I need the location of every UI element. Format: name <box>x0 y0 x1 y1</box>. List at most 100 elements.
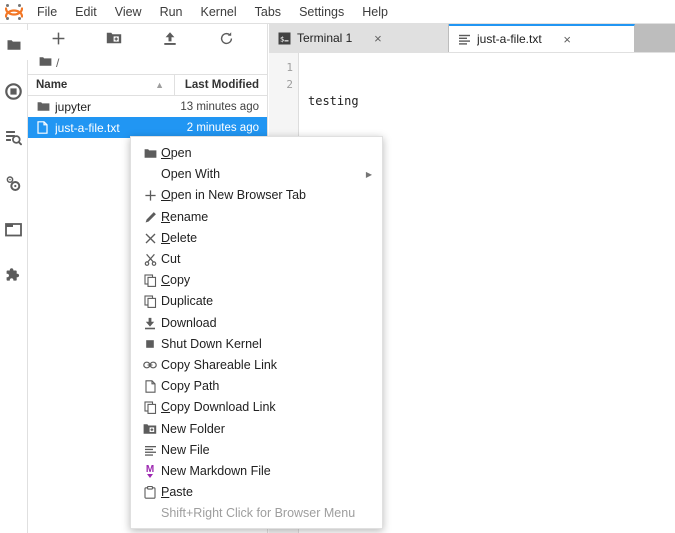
context-menu-browser-hint: Shift+Right Click for Browser Menu <box>131 503 382 524</box>
context-menu-new-file[interactable]: New File <box>131 440 382 461</box>
refresh-file-list-button[interactable] <box>198 25 254 51</box>
column-header-name-label: Name <box>36 79 67 91</box>
context-menu-delete[interactable]: Delete <box>131 228 382 249</box>
context-menu-new-folder[interactable]: New Folder <box>131 418 382 439</box>
svg-text:$: $ <box>280 35 284 43</box>
column-header-last-modified[interactable]: Last Modified <box>175 79 267 91</box>
upload-icon <box>163 31 177 46</box>
menu-kernel[interactable]: Kernel <box>192 0 246 24</box>
property-inspector-icon <box>5 175 22 192</box>
menu-bar: File Edit View Run Kernel Tabs Settings … <box>0 0 675 24</box>
stop-square-icon <box>139 338 161 350</box>
commands-icon <box>5 129 22 146</box>
line-number: 1 <box>269 59 293 76</box>
table-row[interactable]: jupyter 13 minutes ago <box>28 96 267 117</box>
context-menu-open-with-label: Open With <box>161 167 366 182</box>
context-menu-rename[interactable]: Rename <box>131 207 382 228</box>
menu-help[interactable]: Help <box>353 0 397 24</box>
new-launcher-button[interactable] <box>30 25 86 51</box>
new-folder-button[interactable] <box>86 25 142 51</box>
file-browser-toolbar <box>28 24 267 52</box>
copy-icon <box>139 401 161 414</box>
context-menu-copy-label: Copy <box>161 273 372 288</box>
context-menu-duplicate-label: Duplicate <box>161 294 372 309</box>
menu-view[interactable]: View <box>106 0 151 24</box>
sort-ascending-icon: ▲ <box>155 81 164 90</box>
menu-tabs[interactable]: Tabs <box>246 0 290 24</box>
upload-files-button[interactable] <box>142 25 198 51</box>
context-menu-rename-label: Rename <box>161 210 372 225</box>
sidebar-item-running-terminals[interactable] <box>0 76 28 106</box>
context-menu-open-with[interactable]: Open With ▶ <box>131 164 382 185</box>
text-file-icon <box>458 33 471 46</box>
menu-file[interactable]: File <box>28 0 66 24</box>
folder-icon <box>139 148 161 159</box>
context-menu-cut-label: Cut <box>161 252 372 267</box>
activity-bar <box>0 24 28 533</box>
context-menu-paste[interactable]: Paste <box>131 482 382 503</box>
new-folder-icon <box>106 31 122 45</box>
context-menu-shut-down-kernel[interactable]: Shut Down Kernel <box>131 334 382 355</box>
scissors-icon <box>139 253 161 266</box>
plus-icon <box>139 189 161 202</box>
table-row[interactable]: just-a-file.txt 2 minutes ago <box>28 117 267 138</box>
context-menu-duplicate[interactable]: Duplicate <box>131 291 382 312</box>
clipboard-icon <box>139 486 161 499</box>
context-menu-copy-download-link[interactable]: Copy Download Link <box>131 397 382 418</box>
context-menu-new-file-label: New File <box>161 443 372 458</box>
menu-run[interactable]: Run <box>151 0 192 24</box>
markdown-glyph: M <box>146 465 154 478</box>
folder-icon <box>37 101 55 112</box>
jupyter-logo-icon[interactable] <box>0 0 28 24</box>
link-icon <box>139 360 161 370</box>
jupyterlab-window: File Edit View Run Kernel Tabs Settings … <box>0 0 675 533</box>
menu-settings[interactable]: Settings <box>290 0 353 24</box>
open-tabs-icon <box>5 222 22 237</box>
sidebar-item-open-tabs[interactable] <box>0 214 28 244</box>
folder-icon <box>39 54 52 72</box>
tab-label: Terminal 1 <box>297 31 352 45</box>
column-header-name[interactable]: Name ▲ <box>28 75 175 95</box>
context-menu-copy-shareable-link[interactable]: Copy Shareable Link <box>131 355 382 376</box>
context-menu-open-in-new-browser-tab[interactable]: Open in New Browser Tab <box>131 185 382 206</box>
download-icon <box>139 317 161 330</box>
copy-icon <box>139 295 161 308</box>
context-menu-new-markdown-file[interactable]: M New Markdown File <box>131 461 382 482</box>
close-icon[interactable]: × <box>370 31 385 46</box>
context-menu-delete-label: Delete <box>161 231 372 246</box>
code-line: testing <box>308 93 675 110</box>
breadcrumb-root[interactable]: / <box>56 56 59 70</box>
close-icon[interactable]: × <box>560 32 575 47</box>
context-menu-open-in-new-browser-tab-label: Open in New Browser Tab <box>161 188 372 203</box>
tab-bar: $ Terminal 1 × just-a-file.txt <box>269 24 675 52</box>
sidebar-item-file-browser[interactable] <box>0 30 28 60</box>
context-menu-cut[interactable]: Cut <box>131 249 382 270</box>
context-menu-copy-path-label: Copy Path <box>161 379 372 394</box>
file-list-header: Name ▲ Last Modified <box>28 74 267 96</box>
context-menu: Open Open With ▶ Open in New Browser Tab <box>130 136 383 529</box>
sidebar-item-property-inspector[interactable] <box>0 168 28 198</box>
context-menu-copy-path[interactable]: Copy Path <box>131 376 382 397</box>
running-sessions-icon <box>5 83 22 100</box>
context-menu-browser-hint-label: Shift+Right Click for Browser Menu <box>161 506 372 521</box>
context-menu-download[interactable]: Download <box>131 313 382 334</box>
file-icon <box>139 380 161 393</box>
context-menu-copy[interactable]: Copy <box>131 270 382 291</box>
file-name: just-a-file.txt <box>55 121 175 135</box>
context-menu-open-label: Open <box>161 146 372 161</box>
copy-icon <box>139 274 161 287</box>
tab-just-a-file-txt[interactable]: just-a-file.txt × <box>449 24 635 52</box>
context-menu-copy-download-link-label: Copy Download Link <box>161 400 372 415</box>
sidebar-item-extension-manager[interactable] <box>0 260 28 290</box>
refresh-icon <box>219 31 234 46</box>
sidebar-item-commands[interactable] <box>0 122 28 152</box>
line-number: 2 <box>269 76 293 93</box>
file-name: jupyter <box>55 100 175 114</box>
context-menu-open[interactable]: Open <box>131 143 382 164</box>
tab-terminal-1[interactable]: $ Terminal 1 × <box>269 24 449 52</box>
close-x-icon <box>139 232 161 245</box>
menu-edit[interactable]: Edit <box>66 0 106 24</box>
pencil-icon <box>139 211 161 224</box>
breadcrumb[interactable]: / <box>28 52 267 74</box>
text-file-icon <box>139 444 161 457</box>
